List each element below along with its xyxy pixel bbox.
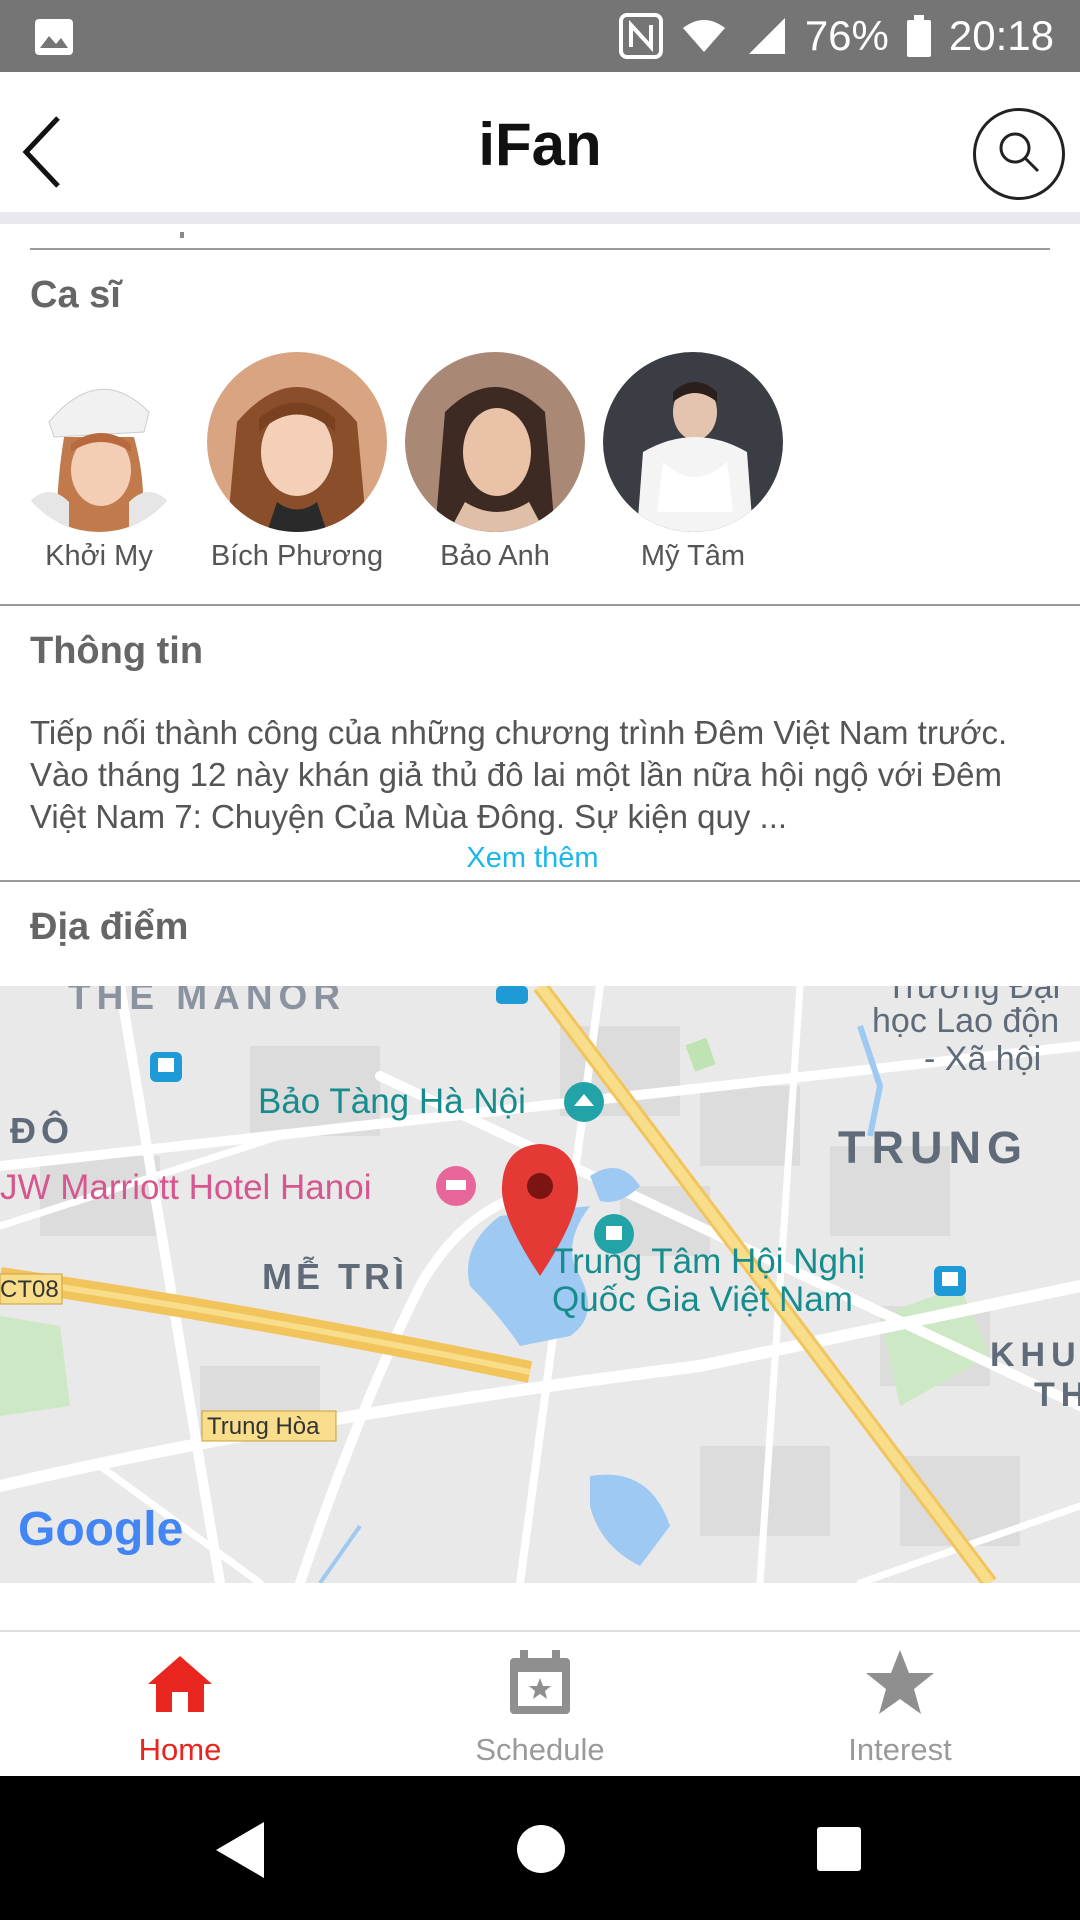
signal-icon [745,16,787,56]
calendar-icon [504,1646,576,1718]
system-navigation-bar [0,1776,1080,1920]
avatar [9,352,189,532]
singer-name: Khởi My [45,540,153,572]
tab-home[interactable]: Home [0,1632,360,1778]
divider [30,248,1050,250]
tab-schedule[interactable]: Schedule [360,1632,720,1778]
singer-item[interactable]: Bảo Anh [396,352,594,573]
tab-interest[interactable]: Interest [720,1632,1080,1778]
map-label: Trung Tâm Hội Nghị [552,1242,866,1281]
map-label: ĐÔ [10,1110,74,1151]
map-label: học Lao độn [872,1002,1060,1040]
star-icon [864,1646,936,1718]
image-icon [34,18,74,56]
map-label: JW Marriott Hotel Hanoi [0,1168,372,1207]
app-bar: iFan [0,72,1080,224]
see-more-link[interactable]: Xem thêm [0,842,1065,875]
map-label: Quốc Gia Việt Nam [552,1280,853,1319]
map-label: TH [1034,1376,1080,1414]
singer-item[interactable]: Mỹ Tâm [594,352,792,573]
map-label: Trung Hòa [207,1413,320,1440]
recents-square-icon[interactable] [816,1826,862,1877]
tab-label: Schedule [475,1732,605,1767]
search-button[interactable] [973,108,1065,200]
section-title-location: Địa điểm [30,906,189,948]
singer-item[interactable]: Bích Phương [198,352,396,573]
map-label: - Xã hội [924,1040,1042,1078]
tab-label: Interest [848,1732,952,1767]
singer-list: Khởi My Bích Phương Bảo Anh Mỹ Tâm [0,352,1080,582]
section-title-singers: Ca sĩ [30,274,121,316]
clock: 20:18 [948,12,1054,59]
page-title: iFan [478,111,602,178]
google-logo: Google [18,1503,184,1556]
map-label: THE MANOR [68,986,347,1017]
singer-item[interactable]: Khởi My [0,352,198,573]
map-label: TRUNG [838,1122,1028,1173]
singer-name: Mỹ Tâm [640,540,746,572]
section-title-info: Thông tin [30,630,204,672]
wifi-icon [681,18,727,54]
singer-name: Bích Phương [210,540,384,572]
tab-label: Home [138,1732,222,1767]
map-label: MỄ TRÌ [262,1256,408,1297]
info-description: Tiếp nối thành công của những chương trì… [30,714,1008,835]
map-tiles [0,986,1080,1583]
back-triangle-icon[interactable] [214,1820,266,1885]
singer-name: Bảo Anh [440,540,550,572]
battery-icon [906,15,931,57]
map-label: KHU [990,1336,1080,1374]
bottom-navigation: Home Schedule Interest [0,1630,1080,1776]
home-circle-icon[interactable] [516,1824,566,1879]
avatar [207,352,387,532]
divider [0,880,1080,882]
map-label: CT08 [0,1276,59,1303]
search-icon [994,127,1044,182]
battery-percent: 76% [804,12,889,59]
map-label: Bảo Tàng Hà Nội [258,1082,526,1121]
location-map[interactable]: THE MANOR Trường Đại học Lao độn - Xã hộ… [0,986,1080,1583]
scroll-remnant [180,232,184,238]
status-bar: 76% 20:18 [0,0,1080,72]
divider [0,604,1080,606]
nfc-icon [618,13,663,59]
home-icon [144,1646,216,1718]
avatar [603,352,783,532]
avatar [405,352,585,532]
